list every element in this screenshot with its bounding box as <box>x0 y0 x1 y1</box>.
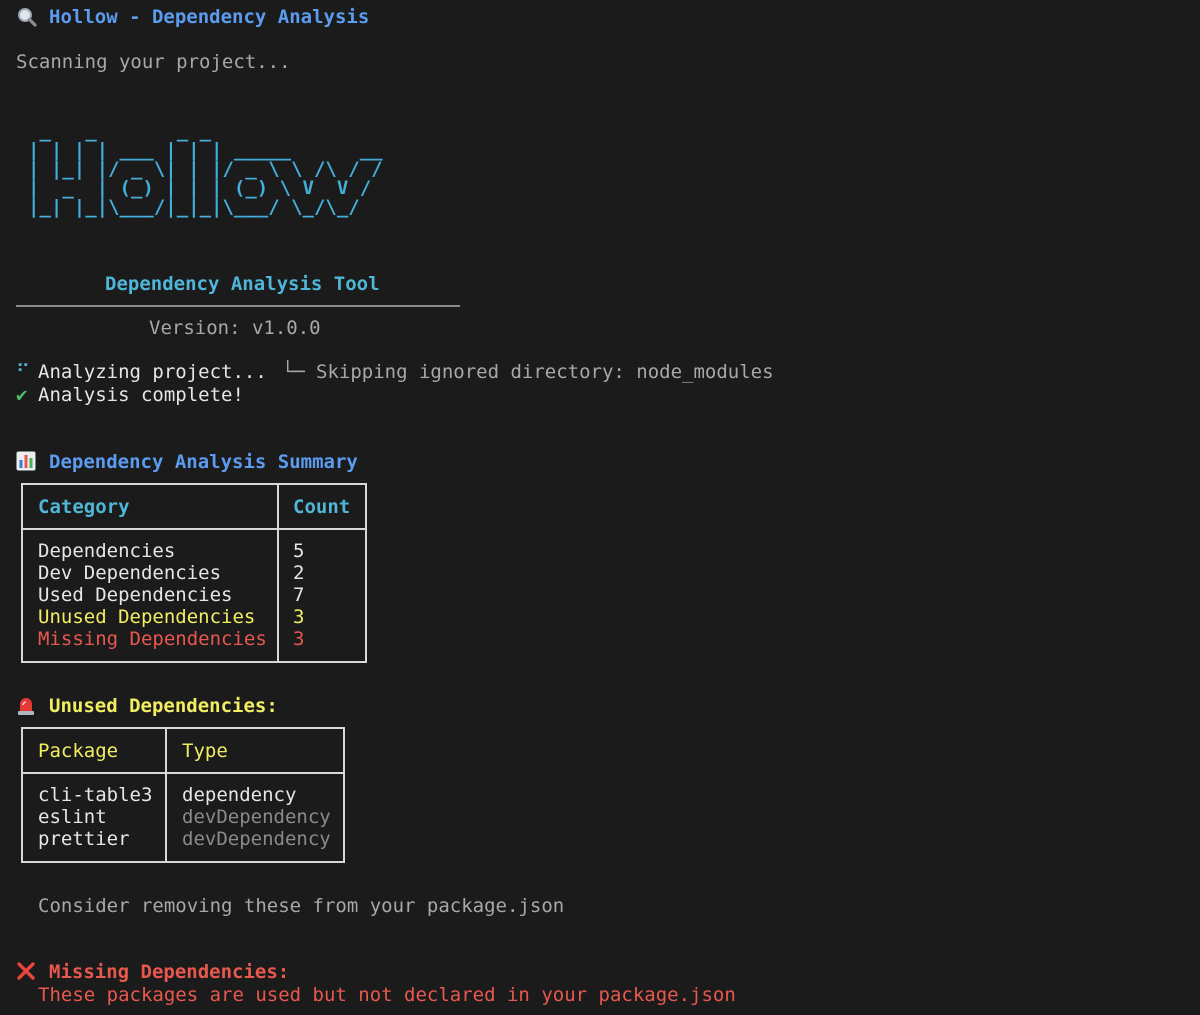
summary-title: Dependency Analysis Summary <box>49 451 358 473</box>
summary-row-count: 3 <box>293 606 305 628</box>
summary-row-count: 2 <box>293 562 305 584</box>
version-label: Version: v1.0.0 <box>149 317 321 339</box>
unused-row-package: prettier <box>38 828 130 850</box>
unused-table-column-divider <box>165 729 167 861</box>
unused-table-header-divider <box>23 772 343 774</box>
unused-title: Unused Dependencies: <box>49 695 278 717</box>
unused-hint: Consider removing these from your packag… <box>38 895 565 917</box>
summary-table: Category Count Dependencies 5 Dev Depend… <box>21 483 367 663</box>
page-title: Hollow - Dependency Analysis <box>49 6 370 28</box>
tree-branch-icon: └─ <box>282 361 305 383</box>
analyzing-status: Analyzing project... <box>38 361 267 383</box>
unused-row-type: devDependency <box>182 828 331 850</box>
summary-row-category: Dev Dependencies <box>38 562 222 584</box>
summary-table-column-divider <box>277 485 279 661</box>
missing-title: Missing Dependencies: <box>49 961 290 983</box>
magnifier-icon <box>16 6 38 28</box>
analysis-complete-status: Analysis complete! <box>38 384 244 406</box>
checkmark-icon: ✔ <box>16 384 28 406</box>
spinner-icon: ⠋ <box>16 361 30 383</box>
missing-description: These packages are used but not declared… <box>38 984 736 1006</box>
banner-divider <box>16 305 460 307</box>
summary-row-category: Missing Dependencies <box>38 628 267 650</box>
unused-row-type: devDependency <box>182 806 331 828</box>
summary-row-category: Used Dependencies <box>38 584 233 606</box>
unused-header-type: Type <box>182 740 228 762</box>
summary-row-count: 5 <box>293 540 305 562</box>
hollow-ascii-logo: _ _ _ _ | | | | ___ | | | _____ __ | |_|… <box>28 120 383 218</box>
unused-header-package: Package <box>38 740 119 762</box>
bar-chart-icon <box>16 451 36 471</box>
summary-header-category: Category <box>38 496 130 518</box>
summary-row-category: Unused Dependencies <box>38 606 256 628</box>
summary-row-category: Dependencies <box>38 540 176 562</box>
unused-dependencies-table: Package Type cli-table3 dependency eslin… <box>21 727 345 863</box>
cross-mark-icon <box>16 961 36 981</box>
summary-header-count: Count <box>293 496 351 518</box>
unused-row-type: dependency <box>182 784 297 806</box>
tool-name: Dependency Analysis Tool <box>105 273 380 295</box>
summary-table-header-divider <box>23 528 365 530</box>
summary-row-count: 3 <box>293 628 305 650</box>
scanning-status: Scanning your project... <box>16 51 291 73</box>
summary-row-count: 7 <box>293 584 305 606</box>
unused-row-package: cli-table3 <box>38 784 153 806</box>
unused-row-package: eslint <box>38 806 107 828</box>
siren-icon <box>16 695 36 717</box>
skip-directory-message: Skipping ignored directory: node_modules <box>316 361 774 383</box>
